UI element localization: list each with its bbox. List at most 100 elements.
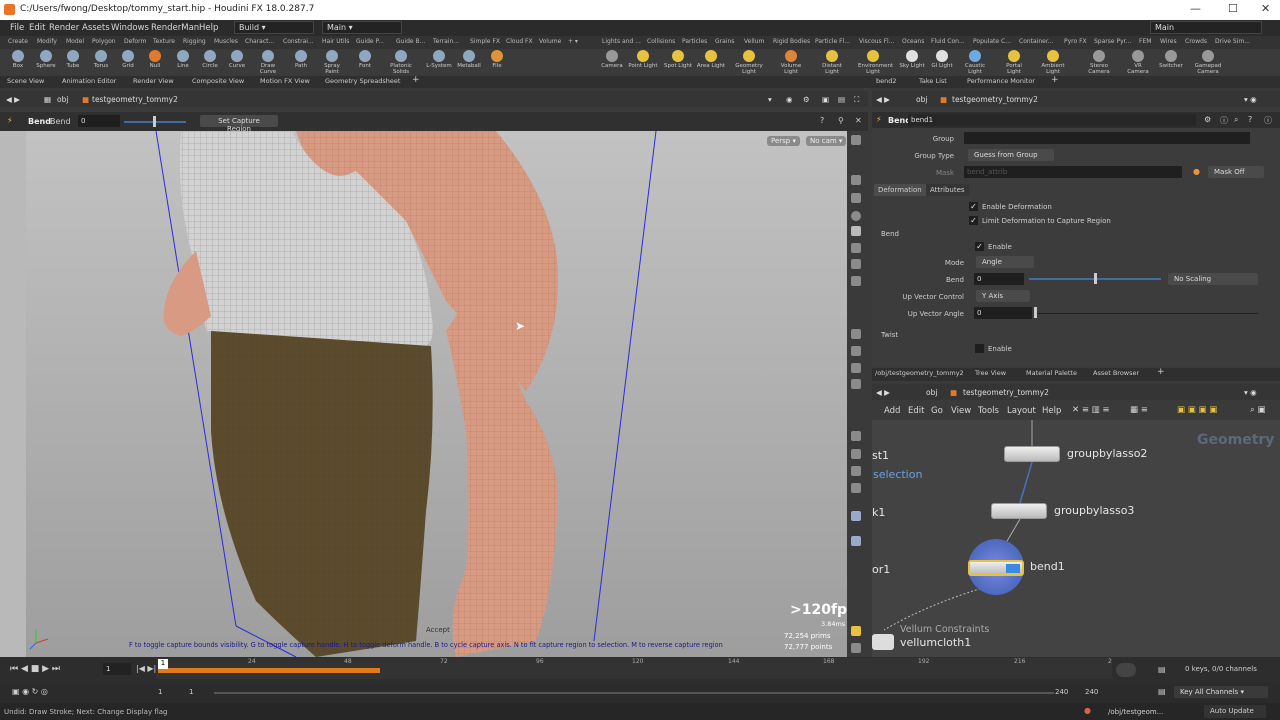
- transform-icon[interactable]: [851, 466, 861, 476]
- switcher-tool[interactable]: Switcher: [1156, 50, 1186, 74]
- volume-light-tool[interactable]: Volume Light: [776, 50, 806, 75]
- key-all-channels-menu[interactable]: Key All Channels ▾: [1174, 686, 1268, 698]
- step-controls[interactable]: |◀ ▶|: [136, 664, 156, 673]
- bend-param-slider-handle[interactable]: [1094, 273, 1097, 284]
- params-nav-icon[interactable]: ◀ ▶: [876, 95, 890, 104]
- settings-view-icon[interactable]: [851, 643, 861, 653]
- ghost-icon[interactable]: [851, 276, 861, 286]
- bend-param-field[interactable]: 0: [974, 273, 1024, 285]
- shelf-tab[interactable]: Pyro FX: [1064, 38, 1087, 45]
- right-main-dropdown[interactable]: Main: [1150, 21, 1262, 34]
- range-slider[interactable]: [214, 692, 1054, 694]
- scaling-menu[interactable]: No Scaling: [1168, 273, 1258, 285]
- distant-light-tool[interactable]: Distant Light: [817, 50, 847, 75]
- tab-scene-view[interactable]: Scene View: [7, 77, 44, 85]
- camera-menu[interactable]: No cam ▾: [806, 136, 847, 146]
- limit-deformation-checkbox[interactable]: ✓: [969, 216, 978, 225]
- network-editor[interactable]: Add Edit Go View Tools Layout Help ✕ ≡ ▥…: [872, 402, 1280, 657]
- l-system-tool[interactable]: L-System: [424, 50, 454, 74]
- shelf-tab[interactable]: Polygon: [92, 38, 116, 45]
- number-icon[interactable]: [851, 379, 861, 389]
- tab-performance-monitor[interactable]: Performance Monitor: [967, 77, 1035, 85]
- shelf-tab[interactable]: Modify: [37, 38, 57, 45]
- range-end-field[interactable]: 240: [1055, 688, 1068, 696]
- help-icon[interactable]: ?: [1248, 115, 1252, 124]
- gamepad-camera-tool[interactable]: Gamepad Camera: [1193, 50, 1223, 75]
- key-icon[interactable]: [1116, 663, 1136, 677]
- vector-icon[interactable]: [851, 363, 861, 373]
- tab-network-path[interactable]: /obj/testgeometry_tommy2: [875, 369, 964, 377]
- up-vector-angle-slider[interactable]: [1036, 313, 1258, 314]
- normal-icon[interactable]: [851, 346, 861, 356]
- mask-field[interactable]: bend_attrib: [964, 166, 1182, 178]
- shelf-tab[interactable]: Collisions: [647, 38, 675, 45]
- key-channels-icon[interactable]: ▤: [1158, 687, 1166, 696]
- torus-tool[interactable]: Torus: [86, 50, 116, 74]
- vr-camera-tool[interactable]: VR Camera: [1123, 50, 1153, 75]
- node-groupbylasso2[interactable]: [1004, 446, 1060, 462]
- frame-marker[interactable]: 1: [158, 659, 168, 669]
- maximize-pane-icon[interactable]: ⛶: [854, 95, 859, 105]
- params-path-node[interactable]: testgeometry_tommy2: [952, 95, 1038, 104]
- current-frame-field[interactable]: 1: [103, 663, 131, 675]
- font-tool[interactable]: Font: [350, 50, 380, 74]
- group-type-menu[interactable]: Guess from Group: [968, 149, 1054, 161]
- scene-viewport[interactable]: Persp ▾ No cam ▾ >120fps 3.84ms 72,254 p…: [0, 131, 868, 657]
- tab-geometry-spreadsheet[interactable]: Geometry Spreadsheet: [325, 77, 400, 85]
- grid-view-icon[interactable]: [851, 626, 861, 636]
- shelf-tab[interactable]: Create: [8, 38, 28, 45]
- node-groupbylasso3[interactable]: [991, 503, 1047, 519]
- portal-light-tool[interactable]: Portal Light: [999, 50, 1029, 75]
- tab-take-list[interactable]: Take List: [919, 77, 947, 85]
- wireframe-icon[interactable]: [851, 226, 861, 236]
- back-arrow-icon[interactable]: ◀ ▶: [6, 95, 20, 104]
- shelf-tab[interactable]: Fluid Con...: [931, 38, 965, 45]
- node-bend1[interactable]: [968, 560, 1024, 576]
- camera-tool[interactable]: Camera: [597, 50, 627, 74]
- close-tool-icon[interactable]: ✕: [855, 116, 862, 125]
- tab-motion-fx-view[interactable]: Motion FX View: [260, 77, 310, 85]
- path-root[interactable]: obj: [57, 95, 68, 104]
- playback-controls[interactable]: ⏮ ◀ ■ ▶ ⏭: [10, 664, 60, 674]
- shelf-tab[interactable]: Sparse Pyr...: [1094, 38, 1131, 45]
- draw-curve-tool[interactable]: Draw Curve: [253, 50, 283, 75]
- tab-animation-editor[interactable]: Animation Editor: [62, 77, 116, 85]
- tab-attributes[interactable]: Attributes: [926, 184, 969, 196]
- shelf-tab[interactable]: Charact...: [245, 38, 274, 45]
- shelf-tab[interactable]: Particles: [682, 38, 707, 45]
- sky-light-tool[interactable]: Sky Light: [897, 50, 927, 74]
- tube-tool[interactable]: Tube: [58, 50, 88, 74]
- network-pin-icon[interactable]: ▾ ◉: [1244, 388, 1257, 397]
- tab-material-palette[interactable]: Material Palette: [1026, 369, 1077, 377]
- desktop-dropdown[interactable]: Build ▾: [234, 21, 314, 34]
- twist-enable-checkbox[interactable]: [975, 344, 984, 353]
- snapshot-icon[interactable]: ▣: [822, 95, 829, 104]
- param-info-icon[interactable]: ⓘ: [1264, 115, 1272, 126]
- menu-help[interactable]: Help: [199, 23, 218, 33]
- tab-tree-view[interactable]: Tree View: [975, 369, 1006, 377]
- mask-off-menu[interactable]: Mask Off: [1208, 166, 1264, 178]
- shelf-tab[interactable]: Muscles: [214, 38, 238, 45]
- shelf-tab[interactable]: Deform: [124, 38, 146, 45]
- shelf-tab[interactable]: Texture: [153, 38, 175, 45]
- caustic-light-tool[interactable]: Caustic Light: [960, 50, 990, 75]
- shelf-tab[interactable]: Wires: [1160, 38, 1177, 45]
- shelf-tab[interactable]: Particle Fl...: [815, 38, 850, 45]
- network-nav-icon[interactable]: ◀ ▶: [876, 388, 890, 397]
- group-field[interactable]: [964, 132, 1250, 144]
- shelf-tab[interactable]: Model: [66, 38, 84, 45]
- shelf-tab[interactable]: Simple FX: [470, 38, 500, 45]
- enable-deformation-checkbox[interactable]: ✓: [969, 202, 978, 211]
- shelf-tab[interactable]: Drive Sim...: [1215, 38, 1250, 45]
- up-vector-menu[interactable]: Y Axis: [976, 290, 1030, 302]
- bounding-icon[interactable]: [851, 431, 861, 441]
- spot-light-tool[interactable]: Spot Light: [663, 50, 693, 74]
- gear-icon[interactable]: ⚙: [1204, 115, 1211, 124]
- shelf-tab[interactable]: Grains: [715, 38, 734, 45]
- shelf-tab[interactable]: Populate C...: [973, 38, 1011, 45]
- spray-paint-tool[interactable]: Spray Paint: [317, 50, 347, 75]
- shelf-tab[interactable]: Volume: [539, 38, 561, 45]
- select-vis-icon[interactable]: [851, 449, 861, 459]
- up-vector-angle-field[interactable]: 0: [974, 307, 1032, 319]
- shelf-tab[interactable]: Constrai...: [283, 38, 314, 45]
